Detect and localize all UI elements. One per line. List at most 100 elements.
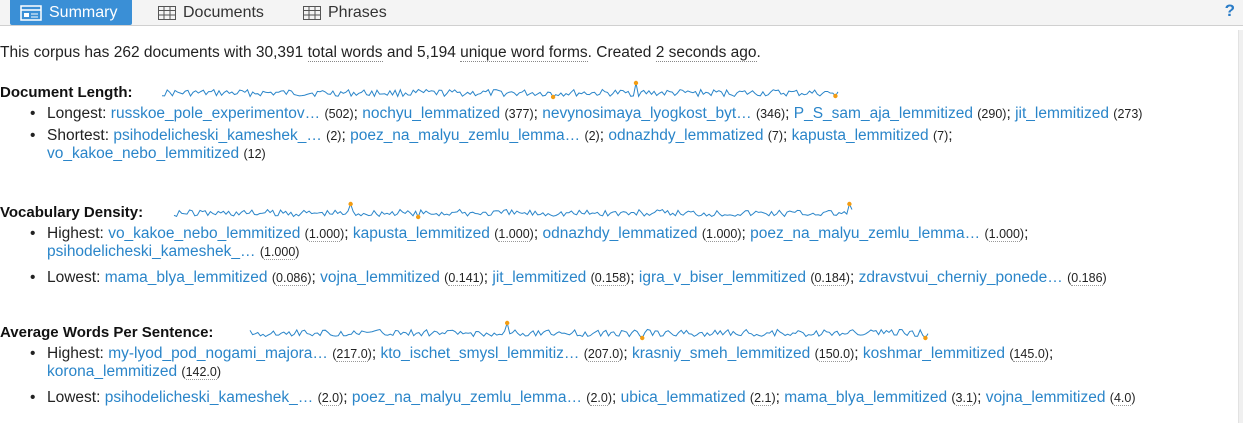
document-link[interactable]: nochyu_lemmatized <box>362 105 500 122</box>
sparkline-marker <box>847 201 852 207</box>
tab-phrases[interactable]: Phrases <box>293 0 397 25</box>
bullet: • <box>30 389 36 406</box>
document-link[interactable]: psihodelicheski_kameshek_… <box>113 127 322 144</box>
document-link[interactable]: kapusta_lemmitized <box>792 127 929 144</box>
document-link[interactable]: igra_v_biser_lemmitized <box>639 269 806 286</box>
separator: ; <box>353 105 363 122</box>
document-link[interactable]: poez_na_malyu_zemlu_lemma… <box>352 389 582 406</box>
document-link[interactable]: poez_na_malyu_zemlu_lemma… <box>750 225 980 242</box>
document-value: (2.0) <box>586 391 613 406</box>
tab-phrases-label: Phrases <box>328 3 387 21</box>
value-number: 150.0 <box>818 347 851 362</box>
tab-documents[interactable]: Documents <box>148 0 274 25</box>
value-number: 207.0 <box>587 347 620 362</box>
document-value: (1.000) <box>259 245 300 260</box>
document-link[interactable]: krasniy_smeh_lemmitized <box>632 345 810 362</box>
document-link[interactable]: korona_lemmitized <box>47 363 177 380</box>
separator: ; <box>343 389 352 406</box>
document-link[interactable]: mama_blya_lemmitized <box>105 269 268 286</box>
sparkline-marker <box>633 80 639 86</box>
separator: ; <box>775 389 785 406</box>
separator: ; <box>533 105 543 122</box>
document-value: (502) <box>324 107 354 121</box>
document-link[interactable]: odnazhdy_lemmatized <box>542 225 697 242</box>
row-label: Longest: <box>47 105 107 122</box>
document-link[interactable]: vojna_lemmitized <box>320 269 440 286</box>
summary-text: . <box>756 44 761 61</box>
document-link[interactable]: jit_lemmitized <box>1015 105 1109 122</box>
sparkline-marker <box>923 335 928 341</box>
document-link[interactable]: ubica_lemmatized <box>621 389 746 406</box>
separator: ; <box>854 345 863 362</box>
value-number: 0.086 <box>276 271 308 286</box>
separator: ; <box>630 269 639 286</box>
value-number: 2.1 <box>754 391 772 406</box>
bullet: • <box>30 225 36 242</box>
vocabulary-density-title: Vocabulary Density: <box>0 204 144 221</box>
value-number: 2.0 <box>321 391 340 406</box>
vocabulary-density-sparkline <box>173 201 853 220</box>
sparkline-marker <box>833 93 838 99</box>
separator: ; <box>849 269 859 286</box>
bullet: • <box>30 345 36 362</box>
document-link[interactable]: psihodelicheski_kameshek_… <box>47 243 256 260</box>
document-link[interactable]: psihodelicheski_kameshek_… <box>105 389 314 406</box>
document-value: (0.158) <box>590 271 631 286</box>
document-link[interactable]: koshmar_lemmitized <box>863 345 1005 362</box>
document-value: (4.0) <box>1109 391 1136 406</box>
document-value: (1.000) <box>701 227 742 242</box>
document-value: (207.0) <box>583 347 624 362</box>
value-number: 1.000 <box>264 245 296 260</box>
separator: ; <box>344 225 353 242</box>
grid-icon <box>303 5 321 20</box>
sparkline-path <box>161 82 839 98</box>
bullet: • <box>30 127 36 144</box>
value-number: 142.0 <box>185 365 217 380</box>
document-value: (2) <box>584 129 600 143</box>
row-label: Highest: <box>47 225 104 242</box>
sparkline-marker <box>415 214 421 220</box>
separator: ; <box>1048 345 1054 362</box>
document-link[interactable]: nevynosimaya_lyogkost_byt… <box>542 105 751 122</box>
separator: ; <box>311 269 321 286</box>
document-link[interactable]: kapusta_lemmitized <box>353 225 490 242</box>
value-number: 217.0 <box>336 347 368 362</box>
document-value: (3.1) <box>951 391 978 406</box>
document-link[interactable]: russkoe_pole_experimentov… <box>111 105 320 122</box>
document-value: (0.141) <box>444 271 484 286</box>
tab-documents-label: Documents <box>183 3 264 21</box>
separator: ; <box>948 127 953 144</box>
value-number: 0.158 <box>594 271 627 286</box>
tab-summary[interactable]: Summary <box>10 0 132 25</box>
document-link[interactable]: kto_ischet_smysl_lemmitiz… <box>380 345 579 362</box>
vertical-scrollbar[interactable] <box>1238 30 1243 423</box>
document-value: (346) <box>755 107 786 121</box>
document-length-title: Document Length: <box>0 84 133 101</box>
value-number: 1.000 <box>706 227 738 242</box>
document-value: (1.000) <box>304 227 345 242</box>
document-link[interactable]: vo_kakoe_nebo_lemmitized <box>108 225 300 242</box>
document-link[interactable]: vo_kakoe_nebo_lemmitized <box>47 145 239 162</box>
document-link[interactable]: jit_lemmitized <box>492 269 586 286</box>
document-link[interactable]: zdravstvui_cherniy_ponede… <box>859 269 1063 286</box>
separator: ; <box>977 389 986 406</box>
row-label: Lowest: <box>47 389 101 406</box>
help-icon[interactable]: ? <box>1225 1 1235 21</box>
document-link[interactable]: my-lyod_pod_nogami_majora… <box>108 345 328 362</box>
value-number: 0.186 <box>1071 271 1103 286</box>
separator: ; <box>623 345 632 362</box>
document-value: (0.086) <box>271 271 312 286</box>
document-link[interactable]: odnazhdy_lemmatized <box>608 127 763 144</box>
document-link[interactable]: vojna_lemmitized <box>986 389 1106 406</box>
document-link[interactable]: P_S_sam_aja_lemmitized <box>794 105 973 122</box>
document-link[interactable]: poez_na_malyu_zemlu_lemma… <box>350 127 580 144</box>
separator: ; <box>1024 225 1029 242</box>
document-value: (150.0) <box>814 347 855 362</box>
document-value: (12) <box>243 147 266 161</box>
document-value: (290) <box>977 107 1007 121</box>
document-link[interactable]: mama_blya_lemmitized <box>784 389 947 406</box>
document-value: (1.000) <box>984 227 1025 242</box>
sparkline-marker <box>504 320 510 326</box>
value-number: 4.0 <box>1113 391 1132 406</box>
document-length-sparkline <box>161 80 839 100</box>
